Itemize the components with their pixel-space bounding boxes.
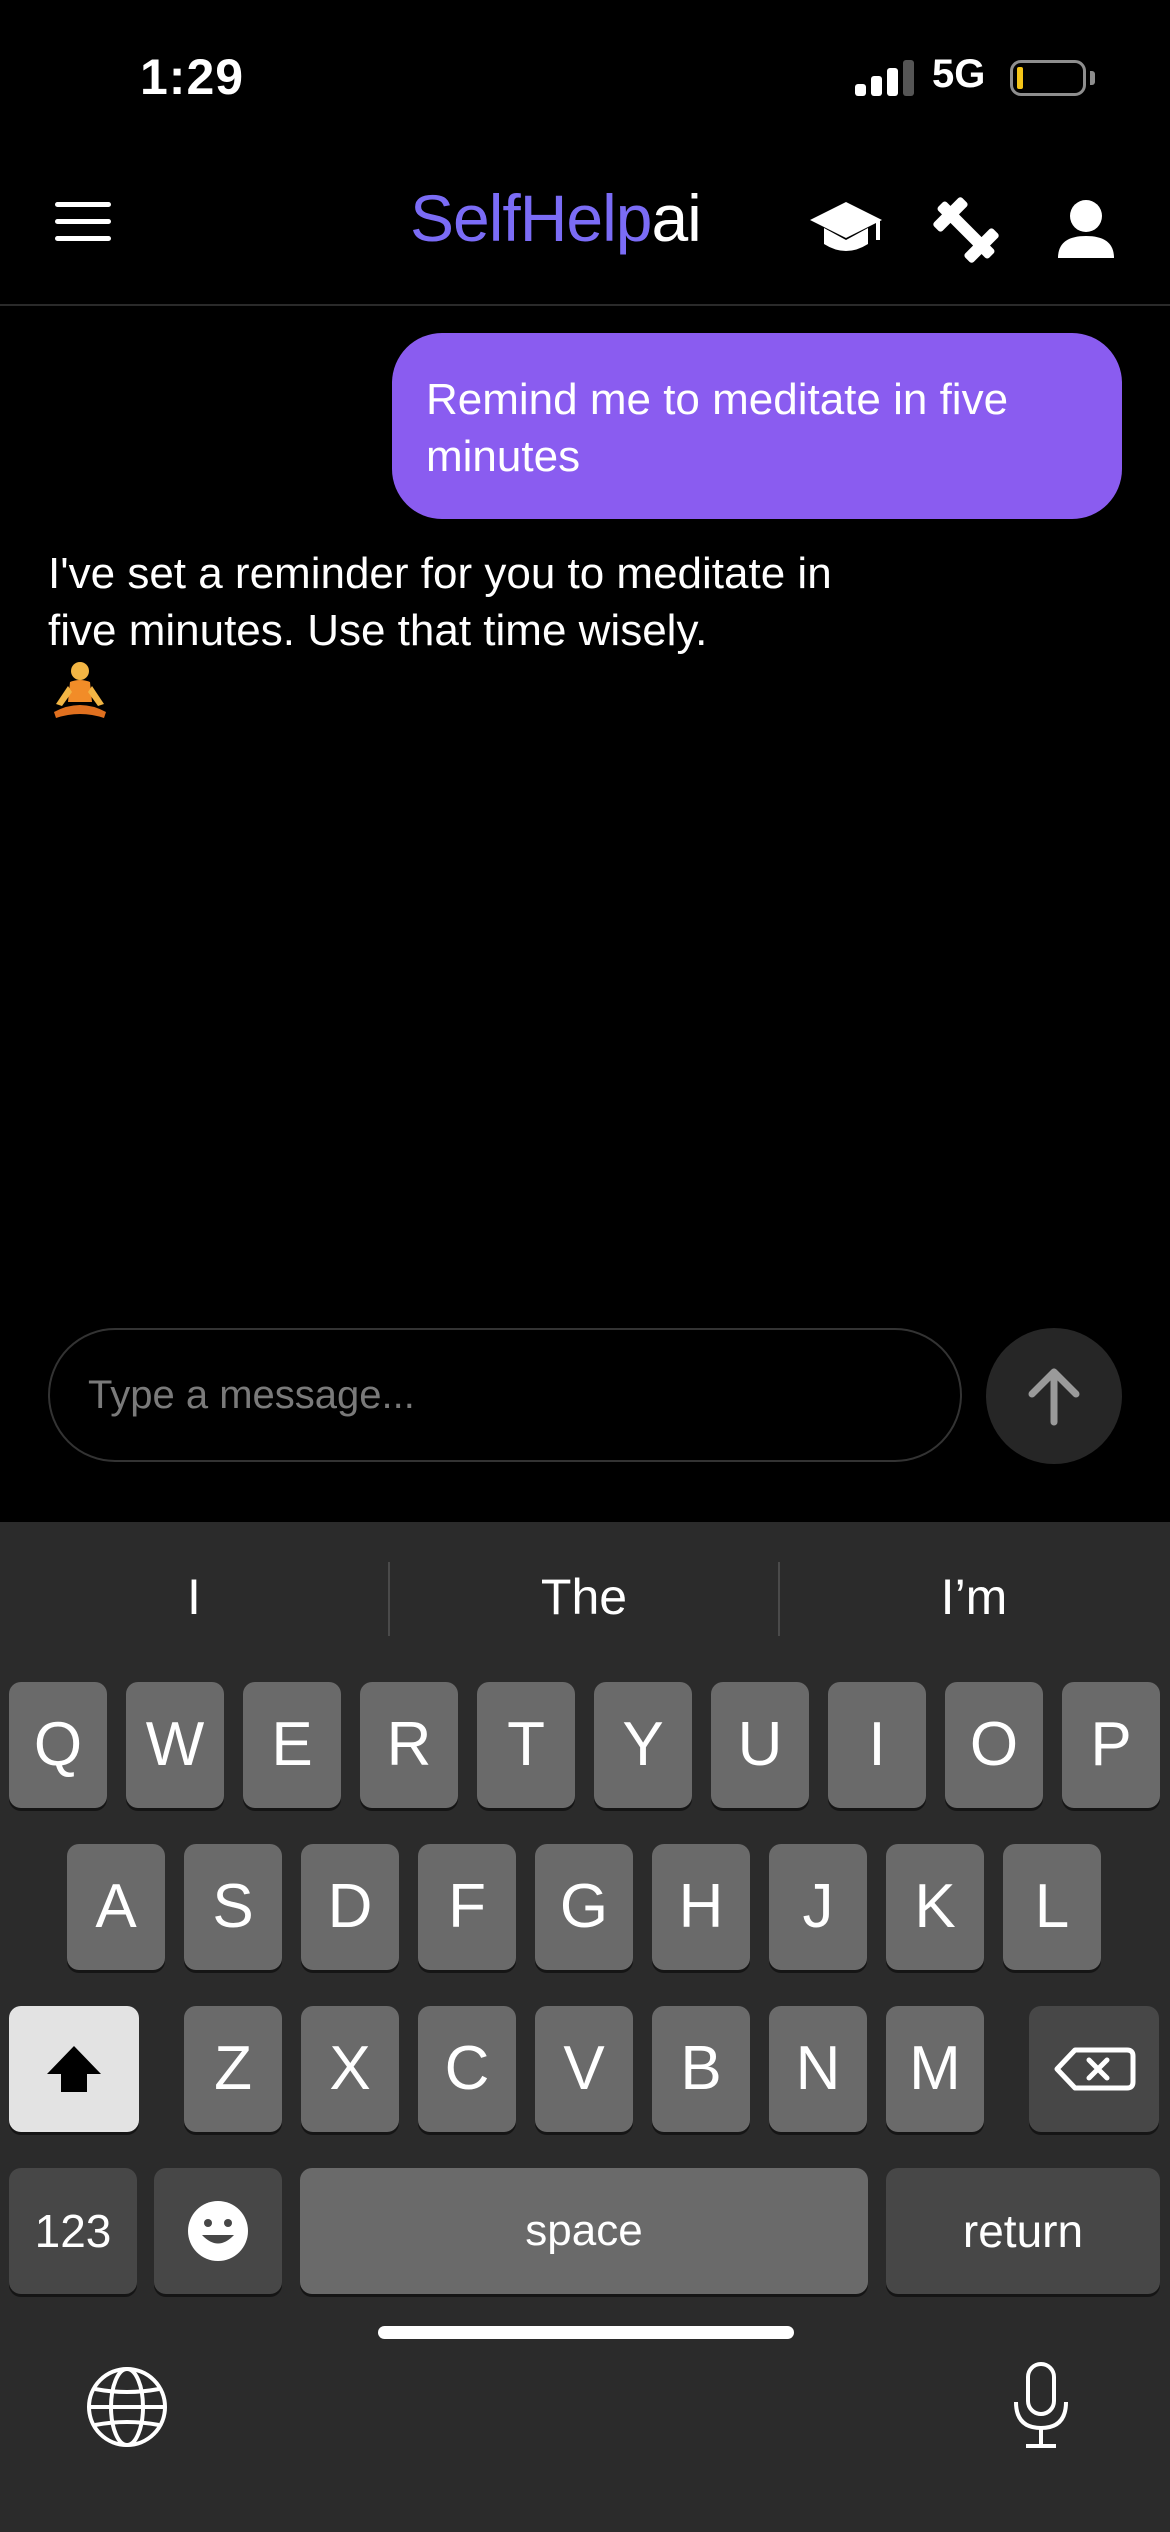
key-d[interactable]: D xyxy=(301,1844,399,1970)
logo-part-selfhelp: SelfHelp xyxy=(410,181,652,255)
key-u[interactable]: U xyxy=(711,1682,809,1808)
network-label: 5G xyxy=(932,52,986,96)
meditation-icon xyxy=(48,660,112,724)
app-logo: SelfHelpai xyxy=(410,180,702,256)
shift-key[interactable] xyxy=(9,2006,139,2132)
status-bar: 1:29 5G xyxy=(0,0,1170,150)
battery-cap xyxy=(1090,71,1095,85)
key-f[interactable]: F xyxy=(418,1844,516,1970)
app-header: SelfHelpai xyxy=(0,150,1170,306)
logo-part-ai: ai xyxy=(651,181,701,255)
emoji-key[interactable] xyxy=(154,2168,282,2294)
arrow-up-icon xyxy=(1028,1368,1080,1426)
suggestion-item[interactable]: I xyxy=(0,1562,388,1632)
key-k[interactable]: K xyxy=(886,1844,984,1970)
battery-icon xyxy=(1010,60,1086,96)
dumbbell-icon[interactable] xyxy=(926,190,1006,270)
key-v[interactable]: V xyxy=(535,2006,633,2132)
key-l[interactable]: L xyxy=(1003,1844,1101,1970)
emoji-icon xyxy=(188,2201,248,2261)
key-i[interactable]: I xyxy=(828,1682,926,1808)
home-indicator[interactable] xyxy=(378,2326,794,2339)
shift-icon xyxy=(47,2046,101,2092)
key-z[interactable]: Z xyxy=(184,2006,282,2132)
microphone-icon[interactable] xyxy=(996,2358,1086,2454)
graduation-cap-icon[interactable] xyxy=(806,190,886,270)
suggestion-item[interactable]: The xyxy=(390,1562,778,1632)
return-key[interactable]: return xyxy=(886,2168,1160,2294)
key-h[interactable]: H xyxy=(652,1844,750,1970)
backspace-icon xyxy=(1054,2047,1136,2091)
ai-message-text: I've set a reminder for you to meditate … xyxy=(48,549,832,655)
key-q[interactable]: Q xyxy=(9,1682,107,1808)
key-o[interactable]: O xyxy=(945,1682,1043,1808)
user-icon[interactable] xyxy=(1046,190,1126,270)
key-w[interactable]: W xyxy=(126,1682,224,1808)
key-x[interactable]: X xyxy=(301,2006,399,2132)
status-time: 1:29 xyxy=(140,49,245,105)
key-a[interactable]: A xyxy=(67,1844,165,1970)
signal-strength-icon xyxy=(855,58,915,96)
key-j[interactable]: J xyxy=(769,1844,867,1970)
keyboard: I The I’m Q W E R T Y U I O P A S D F G … xyxy=(0,1522,1170,2532)
key-s[interactable]: S xyxy=(184,1844,282,1970)
suggestion-bar: I The I’m xyxy=(0,1522,1170,1672)
key-b[interactable]: B xyxy=(652,2006,750,2132)
globe-icon[interactable] xyxy=(82,2362,172,2452)
space-key[interactable]: space xyxy=(300,2168,868,2294)
key-g[interactable]: G xyxy=(535,1844,633,1970)
suggestion-item[interactable]: I’m xyxy=(780,1562,1168,1632)
key-p[interactable]: P xyxy=(1062,1682,1160,1808)
key-m[interactable]: M xyxy=(886,2006,984,2132)
delete-key[interactable] xyxy=(1029,2006,1159,2132)
key-n[interactable]: N xyxy=(769,2006,867,2132)
key-r[interactable]: R xyxy=(360,1682,458,1808)
key-c[interactable]: C xyxy=(418,2006,516,2132)
menu-icon[interactable] xyxy=(55,202,111,246)
key-e[interactable]: E xyxy=(243,1682,341,1808)
key-t[interactable]: T xyxy=(477,1682,575,1808)
send-button[interactable] xyxy=(986,1328,1122,1464)
numbers-key[interactable]: 123 xyxy=(9,2168,137,2294)
message-input[interactable] xyxy=(48,1328,962,1462)
key-y[interactable]: Y xyxy=(594,1682,692,1808)
user-message-bubble: Remind me to meditate in five minutes xyxy=(392,333,1122,519)
